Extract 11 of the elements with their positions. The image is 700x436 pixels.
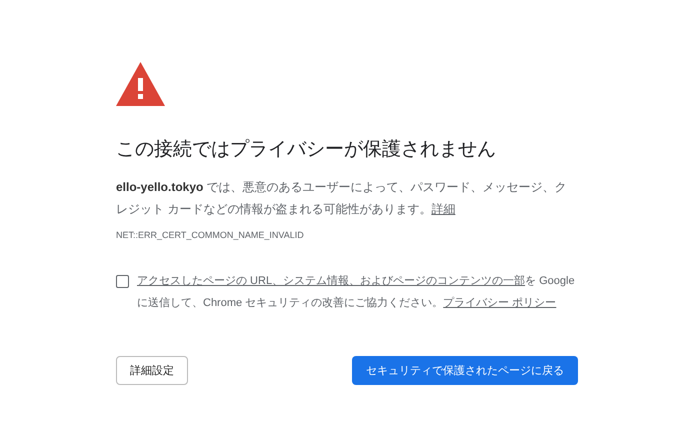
advanced-button[interactable]: 詳細設定 (116, 356, 188, 385)
report-link[interactable]: アクセスしたページの URL、システム情報、およびページのコンテンツの一部 (137, 275, 526, 287)
error-code: NET::ERR_CERT_COMMON_NAME_INVALID (116, 230, 305, 240)
back-to-safety-button[interactable]: セキュリティで保護されたページに戻る (352, 356, 578, 385)
warning-message: ello-yello.tokyo では、悪意のあるユーザーによって、パスワード、メッセージ、クレジット カードなどの情報が盗まれる可能性があります。詳細 (116, 179, 568, 218)
page-heading: この接続ではプライバシーが保護されません (116, 138, 497, 162)
warning-icon (116, 62, 165, 106)
opt-in-text: アクセスしたページの URL、システム情報、およびページのコンテンツの一部を Google に送信して、Chrome セキュリティの改善にご協力ください。プライバシー ポリシー (137, 274, 576, 311)
privacy-policy-link[interactable]: プライバシー ポリシー (443, 297, 556, 309)
opt-in-checkbox[interactable] (116, 275, 129, 288)
details-link[interactable]: 詳細 (431, 202, 456, 216)
